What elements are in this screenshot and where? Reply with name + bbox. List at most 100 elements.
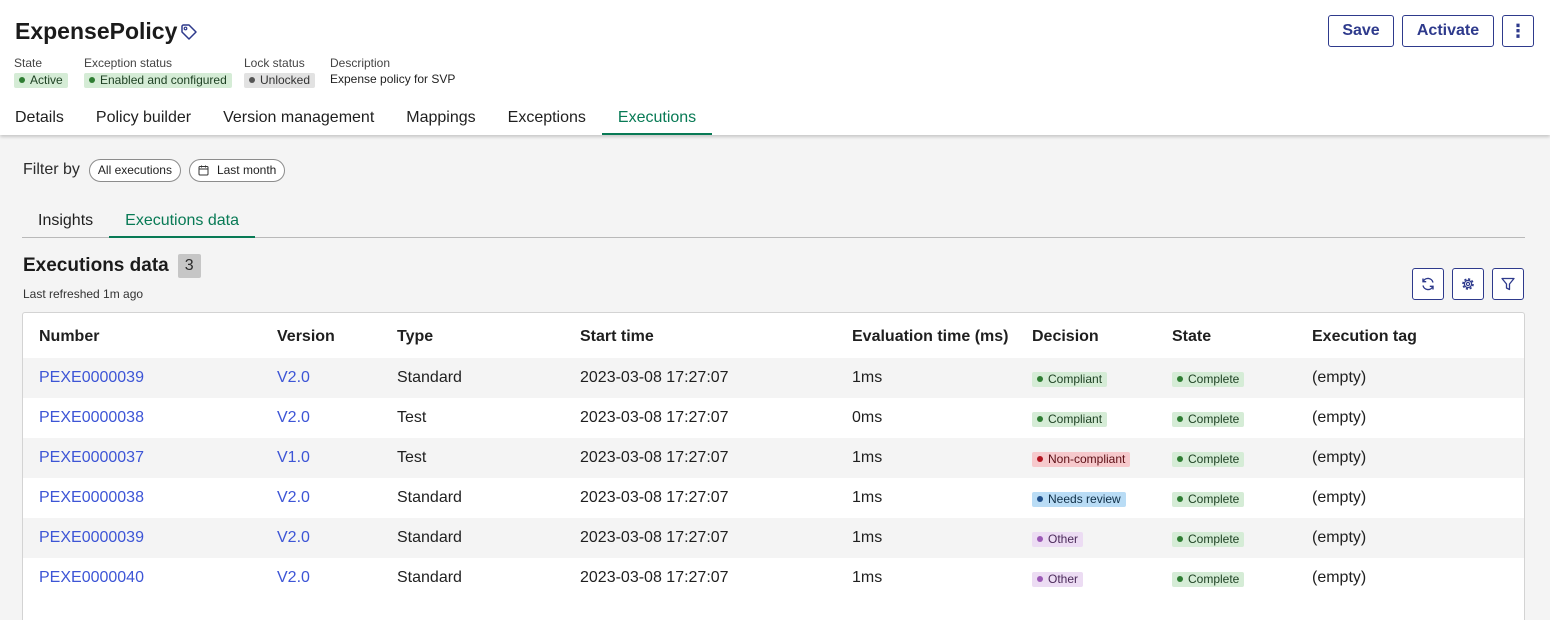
filter-pill-all-executions[interactable]: All executions bbox=[88, 158, 181, 182]
decision-cell: Compliant bbox=[1032, 358, 1172, 398]
version-link[interactable]: V2.0 bbox=[277, 358, 397, 398]
state-cell: Complete bbox=[1172, 358, 1312, 398]
state-badge: Complete bbox=[1172, 371, 1245, 387]
status-badge: Unlocked bbox=[244, 72, 316, 88]
version-link[interactable]: V2.0 bbox=[277, 558, 397, 598]
status-badge: Active bbox=[14, 72, 68, 88]
tab-insights[interactable]: Insights bbox=[22, 206, 109, 238]
calendar-icon bbox=[198, 165, 209, 175]
version-link[interactable]: V2.0 bbox=[277, 518, 397, 558]
type-cell: Standard bbox=[397, 518, 580, 558]
record-count-badge: 3 bbox=[177, 254, 201, 278]
refresh-icon bbox=[1422, 277, 1434, 291]
tab-policy-builder[interactable]: Policy builder bbox=[80, 103, 207, 135]
column-header-evaluation-time[interactable]: Evaluation time (ms) bbox=[852, 313, 1032, 358]
column-header-number[interactable]: Number bbox=[23, 313, 277, 358]
decision-cell: Compliant bbox=[1032, 398, 1172, 438]
page-title: ExpensePolicy bbox=[15, 18, 178, 44]
settings-button[interactable] bbox=[1452, 268, 1484, 300]
start-time-cell: 2023-03-08 17:27:07 bbox=[580, 489, 729, 506]
table-row: PEXE0000038 V2.0 Standard 2023-03-08 17:27:… bbox=[23, 478, 1524, 518]
execution-tag-cell: (empty) bbox=[1312, 518, 1524, 558]
meta-lock-status: Lock status Unlocked bbox=[244, 56, 316, 88]
evaluation-time-cell: 1ms bbox=[852, 569, 883, 586]
start-time-cell: 2023-03-08 17:27:07 bbox=[580, 409, 729, 426]
decision-badge: Other bbox=[1032, 531, 1084, 547]
column-header-execution-tag[interactable]: Execution tag bbox=[1312, 313, 1524, 358]
decision-badge: Needs review bbox=[1032, 491, 1126, 507]
activate-button[interactable]: Activate bbox=[1402, 15, 1494, 47]
column-header-start-time[interactable]: Start time bbox=[580, 313, 852, 358]
version-link[interactable]: V2.0 bbox=[277, 398, 397, 438]
column-header-version[interactable]: Version bbox=[277, 313, 397, 358]
evaluation-time-cell: 1ms bbox=[852, 358, 1032, 398]
execution-number-link[interactable]: PEXE0000039 bbox=[23, 518, 277, 558]
version-link[interactable]: V1.0 bbox=[277, 438, 397, 478]
type-cell: Standard bbox=[397, 569, 462, 586]
column-header-decision[interactable]: Decision bbox=[1032, 313, 1172, 358]
execution-tag-cell: (empty) bbox=[1312, 569, 1367, 586]
execution-number-link[interactable]: PEXE0000040 bbox=[23, 558, 277, 598]
start-time-cell: 2023-03-08 17:27:07 bbox=[580, 518, 852, 558]
last-refreshed-text: Last refreshed 1m ago bbox=[23, 287, 144, 301]
tab-executions-data[interactable]: Executions data bbox=[109, 206, 255, 238]
execution-number-link[interactable]: PEXE0000037 bbox=[23, 438, 277, 478]
column-header-type[interactable]: Type bbox=[397, 313, 580, 358]
start-time-cell: 2023-03-08 17:27:07 bbox=[580, 569, 729, 586]
evaluation-time-cell: 0ms bbox=[852, 409, 883, 426]
state-cell: Complete bbox=[1172, 438, 1312, 478]
decision-cell: Other bbox=[1032, 558, 1172, 598]
tab-details[interactable]: Details bbox=[0, 103, 80, 135]
execution-number-link[interactable]: PEXE0000038 bbox=[23, 478, 277, 518]
meta-label: State bbox=[14, 56, 43, 70]
tab-exceptions[interactable]: Exceptions bbox=[492, 103, 602, 135]
tab-version-management[interactable]: Version management bbox=[207, 103, 390, 135]
type-cell: Test bbox=[397, 409, 427, 426]
state-cell: Complete bbox=[1172, 558, 1312, 598]
filter-label: Filter by bbox=[23, 161, 80, 178]
execution-tag-cell: (empty) bbox=[1312, 409, 1367, 426]
evaluation-time-cell: 1ms bbox=[852, 489, 883, 506]
executions-table-card: Number Version Type Start time Evaluatio… bbox=[22, 312, 1525, 620]
executions-subtabs: Insights Executions data bbox=[22, 206, 1525, 238]
execution-number-link[interactable]: PEXE0000039 bbox=[23, 358, 277, 398]
table-row: PEXE0000038 V2.0 Test 2023-03-08 17:27:07 0m… bbox=[23, 398, 1524, 438]
table-row: PEXE0000039 V2.0 Standard 2023-03-08 17:27:… bbox=[23, 358, 1524, 398]
state-badge: Complete bbox=[1172, 531, 1245, 547]
table-row: PEXE0000037 V1.0 Test 2023-03-08 17:27:07 1m… bbox=[23, 438, 1524, 478]
tag-icon[interactable] bbox=[180, 23, 198, 41]
decision-cell: Other bbox=[1032, 518, 1172, 558]
execution-number-link[interactable]: PEXE0000038 bbox=[23, 398, 277, 438]
refresh-button[interactable] bbox=[1412, 268, 1444, 300]
filter-bar: Filter by All executions Last month bbox=[23, 158, 293, 182]
meta-label: Description bbox=[330, 56, 391, 70]
state-badge: Complete bbox=[1172, 411, 1245, 427]
decision-cell: Non-compliant bbox=[1032, 438, 1172, 478]
filter-pill-last-month[interactable]: Last month bbox=[188, 158, 286, 182]
meta-state: State Active bbox=[14, 56, 68, 88]
tab-mappings[interactable]: Mappings bbox=[390, 103, 491, 135]
decision-badge: Non-compliant bbox=[1032, 451, 1131, 467]
filter-button[interactable] bbox=[1492, 268, 1524, 300]
execution-tag-cell: (empty) bbox=[1312, 489, 1367, 506]
meta-exception-status: Exception status Enabled and configured bbox=[84, 56, 232, 88]
version-link[interactable]: V2.0 bbox=[277, 478, 397, 518]
table-row: PEXE0000040 V2.0 Standard 2023-03-08 17:27:… bbox=[23, 558, 1524, 598]
filter-icon bbox=[1501, 277, 1515, 291]
save-button[interactable]: Save bbox=[1328, 15, 1394, 47]
execution-tag-cell: (empty) bbox=[1312, 438, 1524, 478]
column-header-state[interactable]: State bbox=[1172, 313, 1312, 358]
state-cell: Complete bbox=[1172, 518, 1312, 558]
start-time-cell: 2023-03-08 17:27:07 bbox=[580, 358, 852, 398]
type-cell: Test bbox=[397, 438, 580, 478]
state-badge: Complete bbox=[1172, 571, 1245, 587]
tab-executions[interactable]: Executions bbox=[601, 103, 713, 135]
execution-tag-cell: (empty) bbox=[1312, 358, 1524, 398]
record-tabs: Details Policy builder Version managemen… bbox=[0, 103, 713, 135]
state-badge: Complete bbox=[1172, 491, 1245, 507]
meta-description: Description Expense policy for SVP bbox=[330, 56, 455, 86]
decision-badge: Compliant bbox=[1032, 371, 1108, 387]
state-badge: Complete bbox=[1172, 451, 1245, 467]
type-cell: Standard bbox=[397, 489, 462, 506]
more-vertical-icon[interactable]: ⋮ bbox=[1502, 15, 1534, 47]
